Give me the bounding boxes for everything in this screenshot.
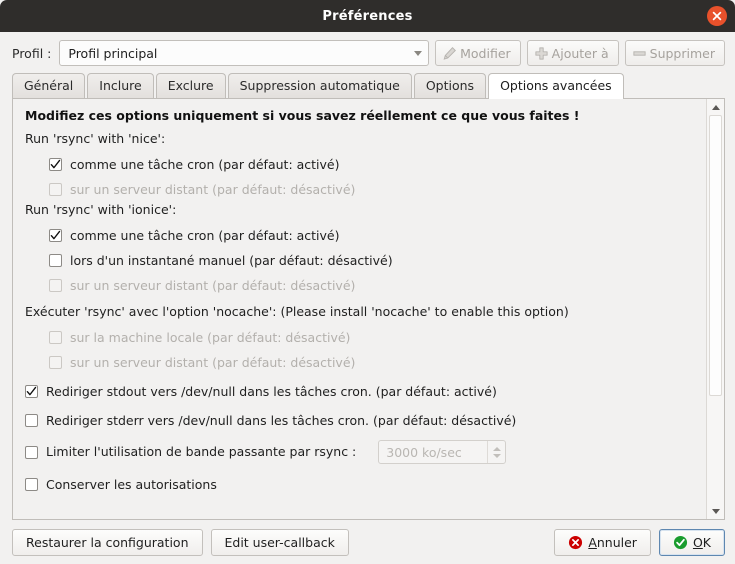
checkbox-ionice-manual-box (49, 254, 62, 267)
tab-auto-remove-label: Suppression automatique (239, 78, 400, 93)
bandwidth-row: Limiter l'utilisation de bande passante … (25, 437, 706, 467)
checkbox-nice-remote-box (49, 183, 62, 196)
tab-auto-remove[interactable]: Suppression automatique (227, 73, 412, 98)
cancel-circle-icon (568, 535, 583, 550)
checkbox-limit-bandwidth-box (25, 445, 38, 459)
checkbox-nice-cron[interactable]: comme une tâche cron (par défaut: activé… (49, 152, 706, 177)
window-title: Préférences (322, 8, 413, 24)
tab-include[interactable]: Inclure (87, 73, 154, 98)
tab-exclude[interactable]: Exclure (155, 73, 226, 98)
edit-user-callback-label: Edit user-callback (224, 534, 335, 550)
warning-text: Modifiez ces options uniquement si vous … (25, 108, 580, 123)
checkbox-ionice-remote-label: sur un serveur distant (par défaut: désa… (70, 277, 356, 293)
bandwidth-value: 3000 ko/sec (386, 444, 462, 460)
checkbox-ionice-cron-box (49, 229, 62, 242)
scrollbar-down-button[interactable] (707, 503, 724, 519)
checkbox-preserve-permissions-label: Conserver les autorisations (46, 476, 217, 492)
profile-row: Profil : Profil principal Modifier Ajout… (0, 32, 735, 70)
minus-icon (632, 46, 647, 61)
bandwidth-stepper-buttons[interactable] (487, 441, 505, 463)
delete-profile-label: Supprimer (649, 45, 715, 61)
profile-select[interactable]: Profil principal (59, 40, 430, 66)
edit-user-callback-button[interactable]: Edit user-callback (210, 528, 349, 556)
edit-profile-button[interactable]: Modifier (435, 40, 521, 66)
tab-exclude-label: Exclure (167, 78, 214, 93)
checkbox-ionice-cron-label: comme une tâche cron (par défaut: activé… (70, 227, 340, 243)
checkbox-nice-cron-label: comme une tâche cron (par défaut: activé… (70, 156, 340, 172)
checkbox-preserve-permissions[interactable]: Conserver les autorisations (25, 472, 706, 497)
options-scrollbar[interactable] (706, 99, 724, 519)
checkbox-redirect-stderr[interactable]: Rediriger stderr vers /dev/null dans les… (25, 408, 706, 433)
options-scroll-area: Modifiez ces options uniquement si vous … (13, 99, 706, 519)
ok-button[interactable]: OK (658, 528, 725, 556)
checkbox-nice-remote: sur un serveur distant (par défaut: désa… (49, 177, 706, 202)
restore-configuration-button[interactable]: Restaurer la configuration (12, 528, 203, 556)
tab-general[interactable]: Général (12, 73, 86, 98)
checkbox-ionice-remote: sur un serveur distant (par défaut: désa… (49, 273, 706, 298)
checkbox-nocache-local-label: sur la machine locale (par défaut: désac… (70, 329, 351, 345)
checkbox-redirect-stderr-box (25, 414, 38, 427)
checkbox-ionice-cron[interactable]: comme une tâche cron (par défaut: activé… (49, 223, 706, 248)
checkbox-redirect-stdout-label: Rediriger stdout vers /dev/null dans les… (46, 383, 497, 399)
checkbox-nice-cron-box (49, 158, 62, 171)
profile-label: Profil : (12, 45, 52, 61)
checkbox-limit-bandwidth[interactable]: Limiter l'utilisation de bande passante … (25, 444, 356, 460)
add-profile-button[interactable]: Ajouter à (526, 40, 619, 66)
scroll-down-icon (711, 508, 720, 514)
checkbox-limit-bandwidth-label: Limiter l'utilisation de bande passante … (46, 444, 357, 459)
action-bar: Restaurer la configuration Edit user-cal… (0, 520, 735, 564)
tab-options-label: Options (425, 78, 475, 93)
cancel-accel: A (588, 534, 597, 550)
title-bar: Préférences (0, 0, 735, 32)
checkbox-redirect-stdout[interactable]: Rediriger stdout vers /dev/null dans les… (25, 379, 706, 404)
tab-page-advanced-options: Modifiez ces options uniquement si vous … (12, 98, 725, 520)
checkbox-nocache-local: sur la machine locale (par défaut: désac… (49, 325, 706, 350)
tab-advanced-options-label: Options avancées (500, 78, 612, 93)
cancel-label-rest: nnuler (596, 534, 637, 550)
preferences-window: Préférences Profil : Profil principal Mo… (0, 0, 735, 564)
restore-configuration-label: Restaurer la configuration (26, 534, 189, 550)
cancel-button[interactable]: Annuler (554, 528, 651, 556)
tab-bar: Général Inclure Exclure Suppression auto… (0, 70, 735, 99)
ok-accel: O (692, 534, 703, 550)
checkbox-preserve-permissions-box (25, 478, 38, 491)
tab-include-label: Inclure (99, 78, 142, 93)
checkbox-redirect-stderr-label: Rediriger stderr vers /dev/null dans les… (46, 412, 517, 428)
group-label-ionice: Run 'rsync' with 'ionice': (25, 202, 177, 217)
edit-profile-label: Modifier (460, 45, 511, 61)
add-profile-label: Ajouter à (551, 45, 609, 61)
scrollbar-track[interactable] (707, 115, 724, 503)
checkbox-nocache-remote: sur un serveur distant (par défaut: désa… (49, 350, 706, 375)
checkbox-redirect-stdout-box (25, 385, 38, 398)
scrollbar-thumb[interactable] (709, 115, 722, 397)
scrollbar-up-button[interactable] (707, 99, 724, 115)
ok-label-rest: K (702, 534, 711, 550)
tab-general-label: Général (24, 78, 74, 93)
tab-advanced-options[interactable]: Options avancées (488, 73, 624, 99)
checkbox-ionice-remote-box (49, 279, 62, 292)
delete-profile-button[interactable]: Supprimer (624, 40, 725, 66)
check-circle-icon (673, 535, 688, 550)
plus-icon (534, 46, 549, 61)
checkbox-ionice-manual[interactable]: lors d'un instantané manuel (par défaut:… (49, 248, 706, 273)
checkbox-nocache-local-box (49, 331, 62, 344)
bandwidth-stepper[interactable]: 3000 ko/sec (378, 440, 507, 464)
close-icon[interactable] (707, 6, 727, 26)
group-label-nice: Run 'rsync' with 'nice': (25, 131, 166, 146)
chevron-down-icon (414, 50, 423, 56)
tab-options[interactable]: Options (413, 73, 487, 98)
checkbox-ionice-manual-label: lors d'un instantané manuel (par défaut:… (70, 252, 393, 268)
checkbox-nocache-remote-box (49, 356, 62, 369)
stepper-up-icon[interactable] (492, 446, 501, 451)
group-label-nocache: Exécuter 'rsync' avec l'option 'nocache'… (25, 304, 569, 319)
scroll-up-icon (711, 104, 720, 110)
stepper-down-icon[interactable] (492, 453, 501, 458)
pencil-icon (442, 46, 457, 61)
checkbox-nice-remote-label: sur un serveur distant (par défaut: désa… (70, 181, 356, 197)
checkbox-nocache-remote-label: sur un serveur distant (par défaut: désa… (70, 354, 356, 370)
profile-select-value: Profil principal (68, 45, 158, 61)
